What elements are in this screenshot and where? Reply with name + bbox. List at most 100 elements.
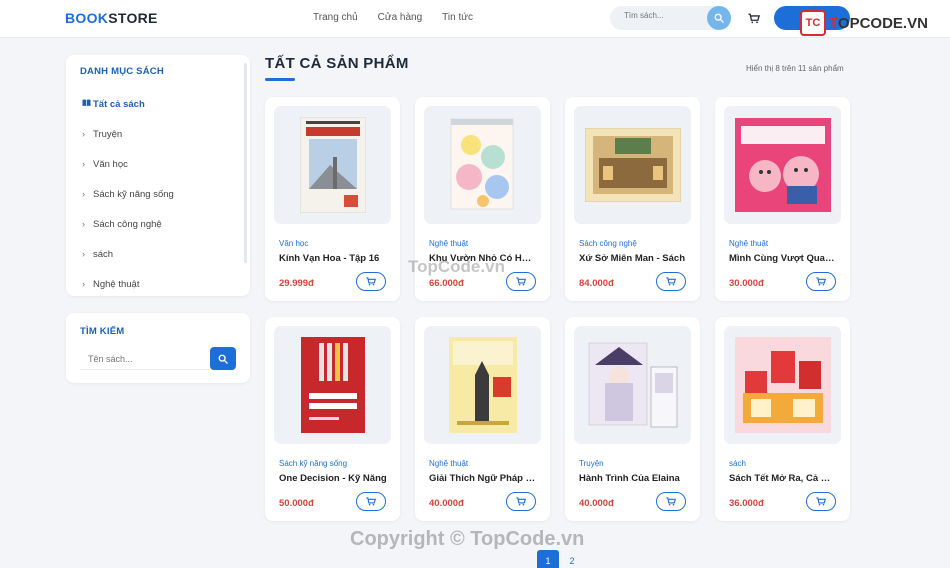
- product-name[interactable]: Mình Cùng Vượt Qua Lo Kỳ Cục: [729, 253, 837, 264]
- category-item-sach[interactable]: › sách: [82, 239, 174, 269]
- product-price: 29.999đ: [279, 278, 314, 289]
- product-image[interactable]: [574, 326, 691, 444]
- cart-icon: [366, 277, 376, 286]
- title-underline: [265, 78, 295, 81]
- search-panel-title: TÌM KIẾM: [80, 326, 125, 337]
- product-price: 50.000đ: [279, 498, 314, 509]
- category-label: Văn học: [93, 158, 128, 170]
- product-price: 66.000đ: [429, 278, 464, 289]
- watermark-copyright: Copyright © TopCode.vn: [350, 528, 585, 550]
- category-item-all[interactable]: Tất cả sách: [82, 89, 174, 119]
- main-nav: Trang chủ Cửa hàng Tin tức: [313, 12, 473, 23]
- search-icon: [218, 354, 228, 364]
- product-category[interactable]: Nghệ thuật: [429, 459, 468, 468]
- logo-rest-text: STORE: [108, 10, 158, 26]
- header-search-button[interactable]: [707, 6, 731, 30]
- category-label: Sách kỹ năng sống: [93, 188, 174, 200]
- book-cover-khu-vuon: [450, 118, 513, 210]
- nav-home[interactable]: Trang chủ: [313, 12, 358, 23]
- product-category[interactable]: Sách kỹ năng sống: [279, 459, 347, 468]
- watermark-logo: TC TOPCODE.VN: [800, 10, 928, 36]
- add-to-cart-button[interactable]: [656, 492, 686, 511]
- add-to-cart-button[interactable]: [806, 272, 836, 291]
- pagination: 1 2: [537, 550, 583, 568]
- page-1-button[interactable]: 1: [537, 550, 559, 568]
- product-category[interactable]: Truyện: [579, 459, 604, 468]
- category-list: Tất cả sách › Truyện › Văn học › Sách kỹ nă…: [82, 89, 174, 296]
- chevron-right-icon: ›: [82, 219, 85, 229]
- product-price: 36.000đ: [729, 498, 764, 509]
- product-name[interactable]: Hành Trình Của Elaina: [579, 473, 687, 484]
- product-category[interactable]: Văn học: [279, 239, 308, 248]
- category-item-van-hoc[interactable]: › Văn học: [82, 149, 174, 179]
- product-price: 40.000đ: [429, 498, 464, 509]
- book-cover-ngu-phap: [448, 337, 517, 433]
- category-label: Sách công nghệ: [93, 218, 162, 230]
- product-image[interactable]: [724, 106, 841, 224]
- product-card[interactable]: Nghệ thuật Mình Cùng Vượt Qua Lo Kỳ Cục …: [715, 97, 850, 301]
- product-name[interactable]: One Decision - Kỹ Năng: [279, 473, 387, 484]
- product-card[interactable]: Sách công nghệ Xứ Sở Miên Man - Sách 84.…: [565, 97, 700, 301]
- category-item-truyen[interactable]: › Truyện: [82, 119, 174, 149]
- add-to-cart-button[interactable]: [356, 272, 386, 291]
- product-card[interactable]: sách Sách Tết Mở Ra, Cả Nhà 36.000đ: [715, 317, 850, 521]
- category-scrollbar[interactable]: [244, 63, 247, 263]
- product-category[interactable]: Sách công nghệ: [579, 239, 637, 248]
- product-card[interactable]: Nghệ thuật Giải Thích Ngữ Pháp Tiếng Anh…: [415, 317, 550, 521]
- add-to-cart-button[interactable]: [506, 492, 536, 511]
- product-image[interactable]: [274, 106, 391, 224]
- category-label: Tất cả sách: [93, 98, 145, 110]
- book-cover-tuti: [734, 118, 831, 212]
- page-2-button[interactable]: 2: [561, 550, 583, 568]
- product-image[interactable]: [424, 106, 541, 224]
- header-search-input[interactable]: [624, 11, 704, 20]
- chevron-right-icon: ›: [82, 249, 85, 259]
- product-name[interactable]: Sách Tết Mở Ra, Cả Nhà: [729, 473, 837, 484]
- search-icon: [714, 13, 724, 23]
- add-to-cart-button[interactable]: [806, 492, 836, 511]
- category-item-nghe-thuat[interactable]: › Nghệ thuật: [82, 269, 174, 296]
- category-item-cong-nghe[interactable]: › Sách công nghệ: [82, 209, 174, 239]
- product-category[interactable]: Nghệ thuật: [429, 239, 468, 248]
- book-search-input[interactable]: [80, 348, 210, 370]
- book-icon: [82, 99, 93, 109]
- product-image[interactable]: [424, 326, 541, 444]
- category-item-ky-nang-song[interactable]: › Sách kỹ năng sống: [82, 179, 174, 209]
- product-name[interactable]: Kính Vạn Hoa - Tập 16: [279, 253, 387, 264]
- cart-icon: [816, 497, 826, 506]
- book-cover-tet: [734, 337, 831, 433]
- product-card[interactable]: Văn học Kính Vạn Hoa - Tập 16 29.999đ: [265, 97, 400, 301]
- product-category[interactable]: Nghệ thuật: [729, 239, 768, 248]
- product-name[interactable]: Xứ Sở Miên Man - Sách: [579, 253, 687, 264]
- nav-shop[interactable]: Cửa hàng: [378, 12, 423, 23]
- product-name[interactable]: Giải Thích Ngữ Pháp Tiếng Anh: [429, 473, 537, 484]
- book-search-button[interactable]: [210, 347, 236, 370]
- cart-icon: [516, 277, 526, 286]
- cart-icon: [366, 497, 376, 506]
- product-image[interactable]: [724, 326, 841, 444]
- chevron-right-icon: ›: [82, 189, 85, 199]
- page-title: TẤT CẢ SẢN PHẨM: [265, 55, 409, 72]
- add-to-cart-button[interactable]: [506, 272, 536, 291]
- product-image[interactable]: [574, 106, 691, 224]
- cart-icon: [748, 13, 761, 24]
- cart-icon: [666, 277, 676, 286]
- chevron-right-icon: ›: [82, 129, 85, 139]
- book-cover-elaina: [588, 342, 677, 428]
- header-search: [610, 6, 731, 30]
- category-panel: DANH MỤC SÁCH Tất cả sách › Truyện › Văn h…: [66, 55, 250, 296]
- chevron-right-icon: ›: [82, 159, 85, 169]
- add-to-cart-button[interactable]: [656, 272, 686, 291]
- header-cart-button[interactable]: [748, 11, 761, 29]
- product-card[interactable]: Truyện Hành Trình Của Elaina 40.000đ: [565, 317, 700, 521]
- brand-logo[interactable]: BOOKSTORE: [65, 10, 158, 26]
- add-to-cart-button[interactable]: [356, 492, 386, 511]
- product-image[interactable]: [274, 326, 391, 444]
- nav-news[interactable]: Tin tức: [442, 12, 473, 23]
- category-label: Truyện: [93, 128, 123, 140]
- product-category[interactable]: sách: [729, 459, 746, 468]
- book-cover-one-decision: [300, 337, 365, 433]
- result-count: Hiển thị 8 trên 11 sản phẩm: [746, 64, 844, 73]
- product-card[interactable]: Sách kỹ năng sống One Decision - Kỹ Năng…: [265, 317, 400, 521]
- product-price: 30.000đ: [729, 278, 764, 289]
